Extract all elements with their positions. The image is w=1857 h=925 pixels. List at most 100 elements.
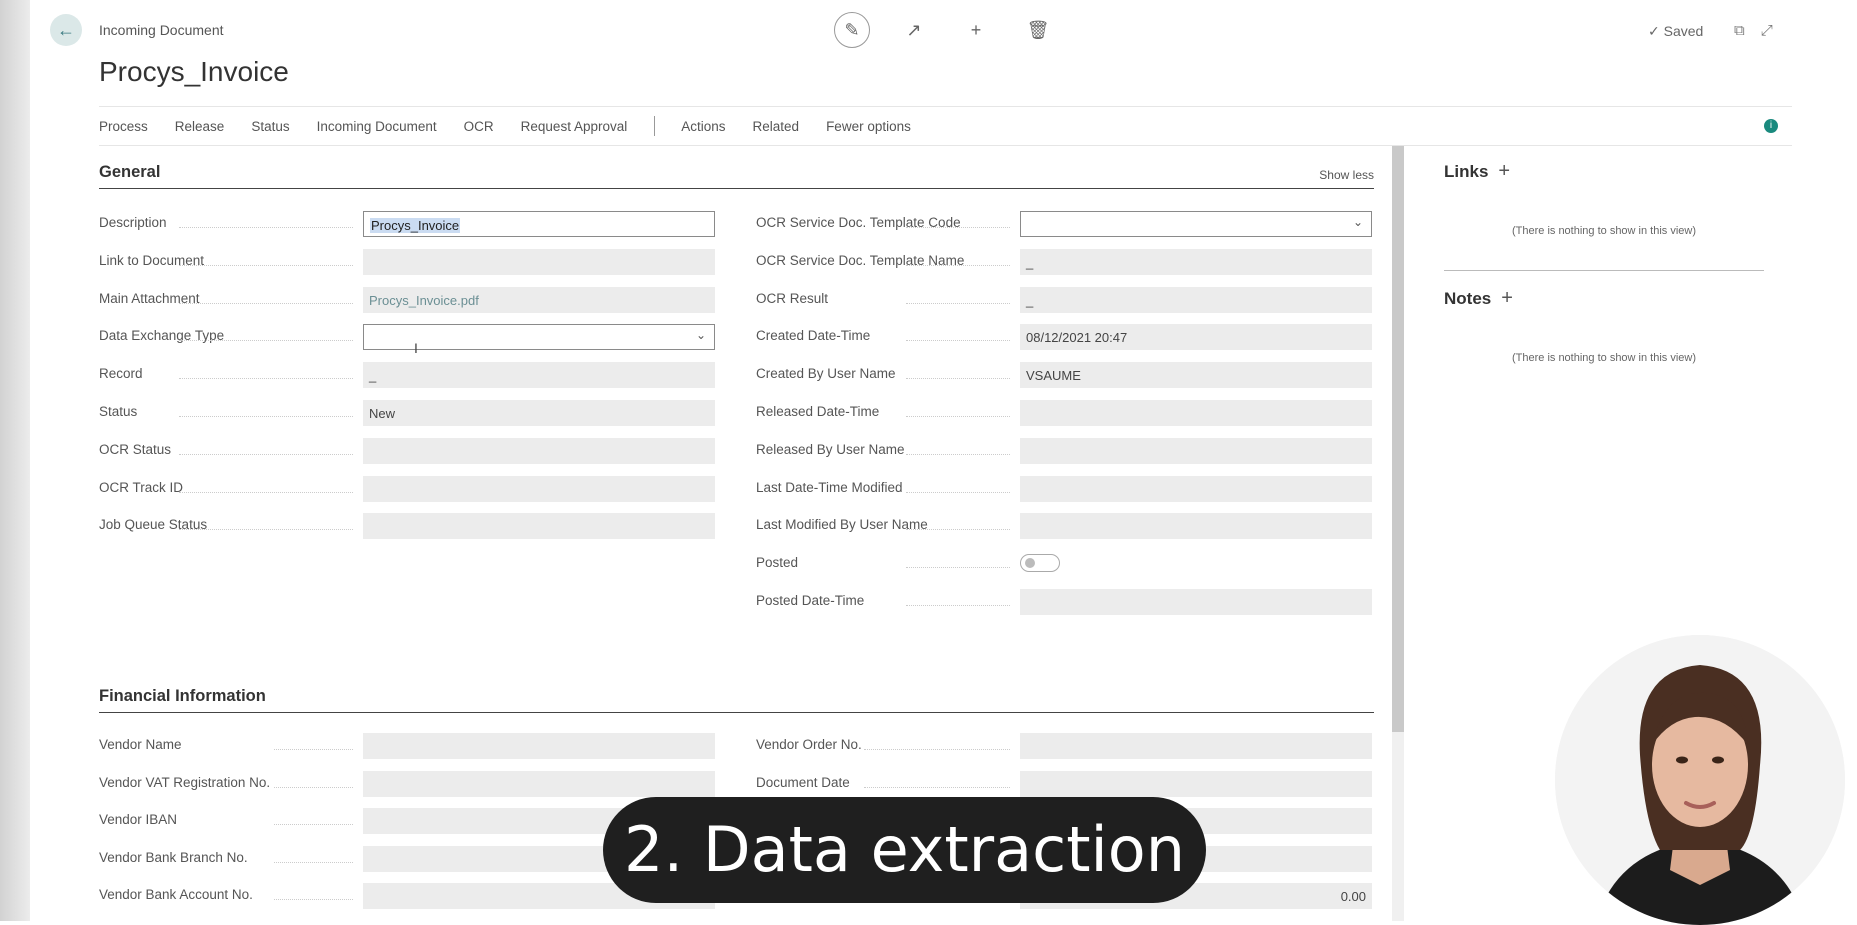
field-leader-dots: [179, 453, 353, 455]
readonly-field[interactable]: [363, 770, 715, 797]
factbox-divider: [1444, 270, 1764, 271]
field-leader-dots: [906, 605, 1010, 606]
field-row: Released Date-Time: [756, 400, 1372, 426]
field-leader-dots: [179, 340, 353, 342]
field-row: Vendor VAT Registration No.: [99, 770, 715, 797]
field-label: Released By User Name: [756, 441, 905, 457]
links-factbox-title: Links +: [1444, 160, 1510, 183]
readonly-field[interactable]: [1020, 733, 1372, 759]
field-label: Record: [99, 366, 143, 382]
action-request-approval[interactable]: Request Approval: [521, 119, 628, 134]
info-icon[interactable]: i: [1764, 119, 1778, 133]
field-label: Vendor Bank Account No.: [99, 887, 253, 902]
chevron-down-icon: ⌄: [1352, 215, 1363, 229]
action-actions[interactable]: Actions: [681, 119, 725, 134]
field-label: Released Date-Time: [756, 404, 880, 419]
field-row: Posted Date-Time: [756, 589, 1372, 615]
saved-label: Saved: [1663, 23, 1704, 39]
readonly-field: [363, 248, 715, 275]
field-label: Last Date-Time Modified: [756, 479, 903, 495]
field-value: 08/12/2021 20:47: [1026, 330, 1128, 346]
field-label: Status: [99, 404, 138, 419]
field-value: New: [369, 406, 396, 421]
action-fewer-options[interactable]: Fewer options: [826, 119, 911, 134]
field-label: Document Date: [756, 774, 850, 790]
field-value: _: [369, 368, 377, 384]
open-in-new-window-icon[interactable]: ⧉: [1734, 22, 1745, 39]
presenter-video-avatar: [1555, 635, 1845, 925]
edit-button[interactable]: ✎: [834, 12, 870, 48]
financial-section-title: Financial Information: [99, 687, 266, 705]
financial-section-header[interactable]: Financial Information: [99, 676, 1374, 713]
posted-toggle[interactable]: [1020, 554, 1060, 573]
field-label: Created Date-Time: [756, 328, 871, 344]
window-left-edge: [0, 0, 30, 921]
links-empty-message: (There is nothing to show in this view): [1511, 225, 1697, 237]
field-row: Description Procys_Invoice: [99, 211, 715, 237]
general-section-header[interactable]: General Show less: [99, 146, 1374, 189]
action-bar: Process Release Status Incoming Document OCR…: [99, 106, 1792, 146]
field-leader-dots: [274, 861, 353, 863]
notes-title: Notes: [1444, 289, 1492, 308]
attachment-link[interactable]: Procys_Invoice.pdf: [363, 286, 715, 313]
field-label: Vendor Order No.: [756, 737, 862, 752]
field-row: Vendor Order No.: [756, 733, 1372, 759]
action-related[interactable]: Related: [753, 119, 800, 134]
readonly-field: _: [1020, 248, 1372, 275]
new-button[interactable]: +: [958, 12, 994, 48]
field-label: Posted: [756, 555, 799, 571]
field-row: Status New: [99, 400, 715, 426]
field-leader-dots: [906, 378, 1010, 380]
links-title: Links: [1444, 162, 1489, 181]
plus-icon: +: [970, 19, 982, 40]
description-input[interactable]: Procys_Invoice: [363, 211, 715, 237]
field-row: Main Attachment Procys_Invoice.pdf: [99, 286, 715, 313]
field-row: Link to Document: [99, 248, 715, 275]
field-leader-dots: [179, 491, 353, 493]
back-button[interactable]: ←: [50, 14, 82, 46]
field-leader-dots: [179, 416, 353, 417]
add-note-icon[interactable]: +: [1501, 287, 1513, 309]
show-less-link[interactable]: Show less: [1319, 168, 1374, 182]
field-row: OCR Service Doc. Template Name _: [756, 248, 1372, 275]
trash-icon: 🗑: [1026, 19, 1050, 40]
readonly-field: _: [363, 362, 715, 389]
action-status[interactable]: Status: [251, 119, 289, 134]
readonly-field[interactable]: [363, 733, 715, 759]
collapse-icon[interactable]: ⤢: [1761, 22, 1773, 39]
field-row: OCR Service Doc. Template Code ⌄: [756, 211, 1372, 237]
dropdown-field[interactable]: ⌄: [1020, 211, 1372, 237]
field-leader-dots: [906, 302, 1010, 304]
field-row: Posted: [756, 551, 1372, 577]
readonly-field[interactable]: [1020, 770, 1372, 797]
add-link-icon[interactable]: +: [1498, 160, 1510, 182]
field-leader-dots: [906, 529, 1010, 531]
delete-button[interactable]: 🗑: [1020, 12, 1056, 48]
readonly-field: _: [1020, 286, 1372, 313]
action-incoming-document[interactable]: Incoming Document: [317, 119, 437, 134]
check-icon: ✓: [1648, 23, 1660, 39]
field-leader-dots: [864, 749, 1010, 750]
field-label: Vendor Bank Branch No.: [99, 849, 248, 865]
readonly-field: VSAUME: [1020, 362, 1372, 389]
field-leader-dots: [274, 899, 353, 900]
video-caption: 2. Data extraction: [603, 797, 1206, 903]
scrollbar-thumb[interactable]: [1392, 146, 1404, 732]
action-ocr[interactable]: OCR: [464, 119, 494, 134]
action-release[interactable]: Release: [175, 119, 225, 134]
field-leader-dots: [906, 227, 1010, 228]
field-row: OCR Track ID: [99, 475, 715, 502]
field-label: OCR Status: [99, 441, 172, 457]
share-button[interactable]: ↗: [896, 12, 932, 48]
field-leader-dots: [179, 264, 353, 266]
action-process[interactable]: Process: [99, 119, 148, 134]
field-row: Last Date-Time Modified: [756, 475, 1372, 502]
field-leader-dots: [274, 824, 353, 825]
field-leader-dots: [179, 227, 353, 228]
readonly-field: [363, 513, 715, 540]
chevron-down-icon: ⌄: [695, 328, 706, 343]
field-row: Data Exchange Type ⌄: [99, 324, 715, 351]
field-label: Last Modified By User Name: [756, 517, 928, 533]
readonly-field: 08/12/2021 20:47: [1020, 324, 1372, 351]
field-row: Created Date-Time 08/12/2021 20:47: [756, 324, 1372, 351]
